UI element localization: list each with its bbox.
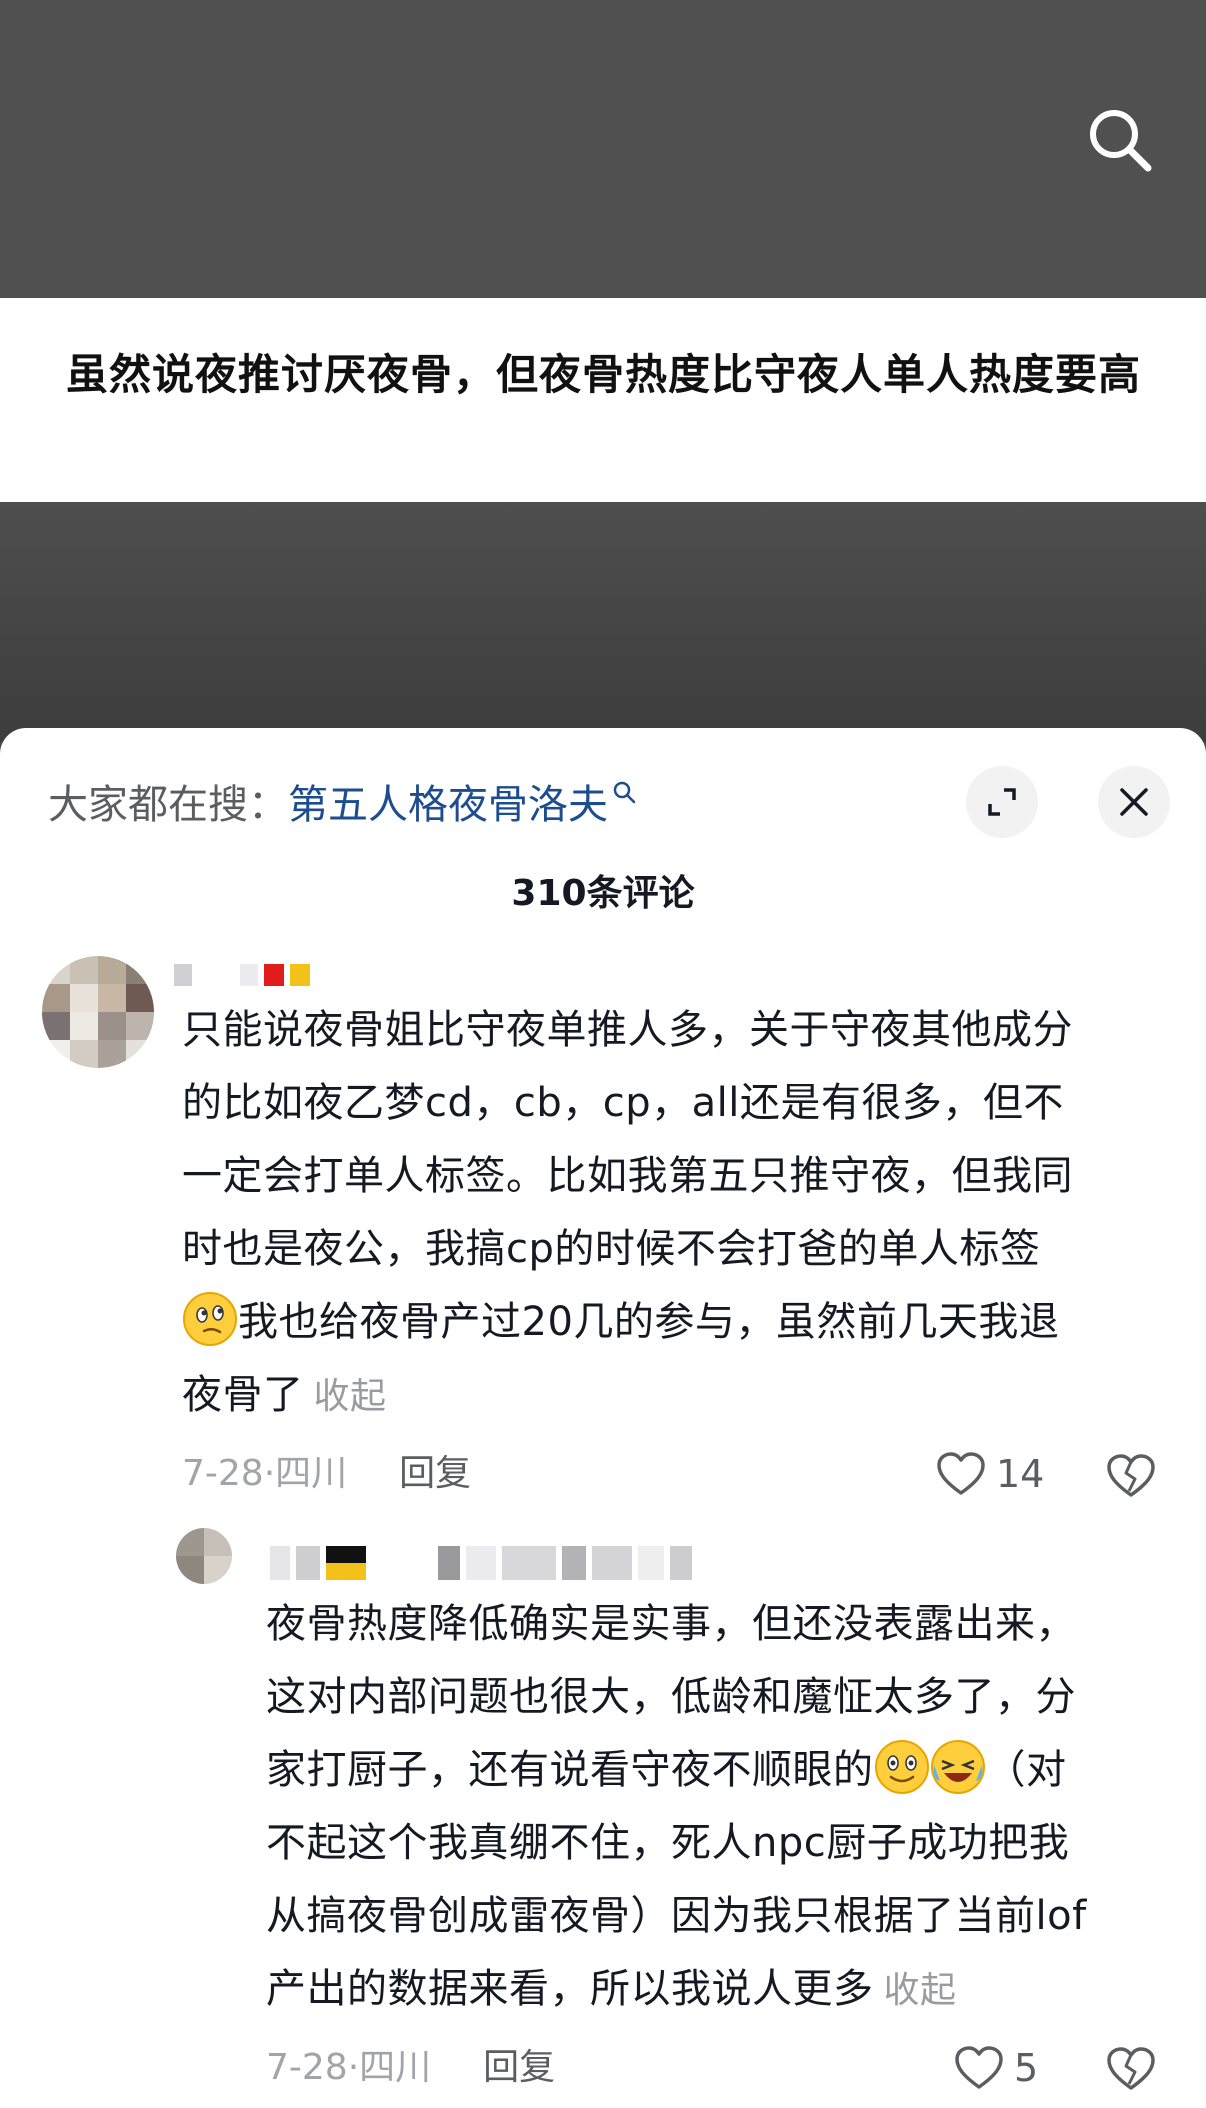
comment-line: 不起这个我真绷不住，死人npc厨子成功把我 bbox=[266, 1820, 1070, 1866]
broken-heart-icon bbox=[1107, 2047, 1155, 2090]
meta-separator: · bbox=[347, 2047, 360, 2088]
comment-line-text: 产出的数据来看，所以我说人更多 bbox=[266, 1966, 874, 2012]
video-player-top[interactable] bbox=[0, 0, 1206, 298]
comment-reply-item: 夜骨热度降低确实是实事，但还没表露出来， 这对内部问题也很大，低龄和魔怔太多了，… bbox=[0, 728, 1206, 2108]
comment-line: 从搞夜骨创成雷夜骨）因为我只根据了当前lof bbox=[266, 1893, 1087, 1939]
comment-line: 产出的数据来看，所以我说人更多 收起 bbox=[266, 1953, 1186, 2027]
search-icon bbox=[1090, 110, 1152, 172]
like-count: 5 bbox=[1014, 2046, 1039, 2090]
comment-panel: 大家都在搜：第五人格夜骨洛夫 310条评论 只能说夜骨姐比守夜单推人多，关于守夜… bbox=[0, 728, 1206, 2108]
video-title: 虽然说夜推讨厌夜骨，但夜骨热度比守夜人单人热度要高 bbox=[66, 350, 1142, 399]
comment-location: 四川 bbox=[359, 2047, 432, 2088]
reply-text: 夜骨热度降低确实是实事，但还没表露出来， 这对内部问题也很大，低龄和魔怔太多了，… bbox=[266, 1588, 1186, 2027]
heart-icon bbox=[955, 2046, 1003, 2089]
collapse-button[interactable]: 收起 bbox=[884, 1970, 957, 2011]
video-player-bottom[interactable] bbox=[0, 502, 1206, 742]
like-button[interactable]: 5 bbox=[954, 2042, 1038, 2094]
comment-date: 7-28 bbox=[266, 2047, 348, 2088]
comment-line: 这对内部问题也很大，低龄和魔怔太多了，分 bbox=[266, 1674, 1076, 1720]
comment-line: 夜骨热度降低确实是实事，但还没表露出来， bbox=[266, 1601, 1076, 1647]
comment-line-text: 家打厨子，还有说看守夜不顺眼的 bbox=[266, 1747, 874, 1793]
avatar[interactable] bbox=[176, 1528, 232, 1584]
reply-button[interactable]: 回复 bbox=[483, 2047, 555, 2088]
dislike-button[interactable] bbox=[1106, 2046, 1156, 2096]
video-title-band: 虽然说夜推讨厌夜骨，但夜骨热度比守夜人单人热度要高 bbox=[0, 298, 1206, 502]
laughing-crying-face-icon bbox=[930, 1740, 985, 1794]
comment-line: 家打厨子，还有说看守夜不顺眼的 （对 bbox=[266, 1734, 1186, 1807]
comment-meta: 7-28·四川 回复 bbox=[266, 2042, 555, 2094]
search-button[interactable] bbox=[1084, 104, 1156, 176]
smiling-face-icon bbox=[874, 1740, 929, 1794]
comment-line-text: （对 bbox=[985, 1747, 1067, 1793]
username-blurred[interactable] bbox=[270, 1546, 692, 1580]
